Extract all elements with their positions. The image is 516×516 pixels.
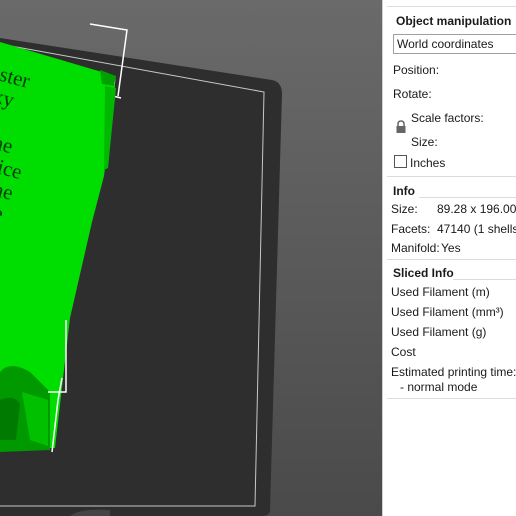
position-label: Position: xyxy=(393,63,440,77)
separator xyxy=(387,398,516,399)
separator xyxy=(387,176,516,177)
info-manifold-label: Manifold: xyxy=(391,241,440,255)
coordinate-system-select[interactable]: World coordinates xyxy=(393,34,516,54)
sliced-info-title: Sliced Info xyxy=(393,266,454,280)
inches-checkbox[interactable] xyxy=(394,155,407,168)
separator xyxy=(387,259,516,260)
used-filament-m: Used Filament (m) xyxy=(391,285,490,299)
info-manifold-value: Yes xyxy=(441,241,461,255)
lock-icon[interactable] xyxy=(395,120,407,137)
rotate-label: Rotate: xyxy=(393,87,432,101)
separator xyxy=(419,197,516,198)
used-filament-mm3: Used Filament (mm³) xyxy=(391,305,504,319)
used-filament-g: Used Filament (g) xyxy=(391,325,487,339)
object-manipulation-title: Object manipulation xyxy=(396,14,512,28)
separator xyxy=(387,6,516,7)
3d-viewport[interactable]: MonsterFreekyHugeBig oneVery niceNice on… xyxy=(0,0,382,516)
info-facets-label: Facets: xyxy=(391,222,431,236)
sidebar-panel: Object manipulation World coordinates Po… xyxy=(382,0,516,516)
inches-label: Inches xyxy=(410,156,446,170)
estimated-print-time-label: Estimated printing time: xyxy=(391,365,516,379)
info-facets-value: 47140 (1 shells) xyxy=(437,222,516,236)
separator xyxy=(453,279,516,280)
info-size-label: Size: xyxy=(391,202,418,216)
cost-label: Cost xyxy=(391,345,416,359)
size-label: Size: xyxy=(411,135,438,149)
normal-mode-label: - normal mode xyxy=(400,380,478,394)
info-title: Info xyxy=(393,184,415,198)
scale-factors-label: Scale factors: xyxy=(411,111,484,125)
scene-canvas[interactable]: MonsterFreekyHugeBig oneVery niceNice on… xyxy=(0,0,382,516)
info-size-value: 89.28 x 196.00 x xyxy=(437,202,516,216)
